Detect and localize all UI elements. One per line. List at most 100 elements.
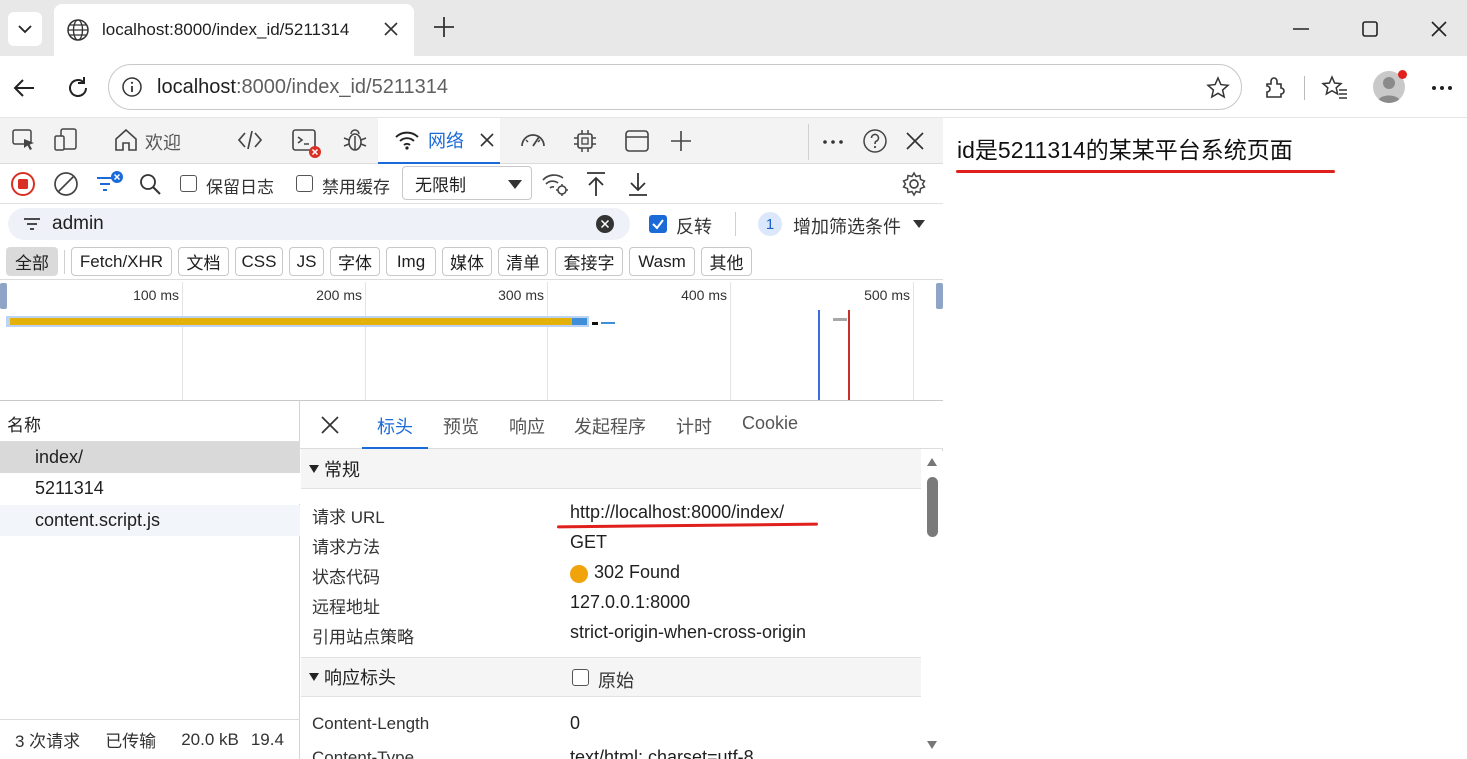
- more-menu-icon[interactable]: [1430, 76, 1454, 100]
- type-fetch-xhr[interactable]: Fetch/XHR: [71, 247, 172, 276]
- tab-title: localhost:8000/index_id/5211314: [102, 20, 350, 39]
- request-row[interactable]: index/: [0, 442, 300, 473]
- type-all[interactable]: 全部: [6, 247, 58, 276]
- bug-icon[interactable]: [341, 126, 369, 154]
- type-img[interactable]: Img: [386, 247, 436, 276]
- settings-gear-icon[interactable]: [901, 171, 927, 197]
- timeline-left-handle[interactable]: [0, 283, 7, 309]
- raw-checkbox[interactable]: [572, 669, 589, 686]
- add-filter-button[interactable]: 增加筛选条件: [793, 213, 901, 239]
- name-column-header[interactable]: 名称: [0, 401, 300, 442]
- type-css[interactable]: CSS: [235, 247, 283, 276]
- timeline-gridline: [730, 282, 731, 400]
- page-heading: id是5211314的某某平台系统页面: [957, 137, 1293, 163]
- request-row[interactable]: 5211314: [0, 473, 300, 504]
- close-tab-icon[interactable]: [380, 18, 402, 40]
- type-websocket[interactable]: 套接字: [555, 247, 623, 276]
- raw-label: 原始: [598, 671, 634, 691]
- performance-gauge-icon[interactable]: [519, 128, 547, 152]
- application-window-icon[interactable]: [624, 128, 650, 154]
- load-event-line: [848, 310, 850, 400]
- new-tab-icon[interactable]: [431, 14, 457, 40]
- timeline-gridline: [365, 282, 366, 400]
- timeline-tick: 400 ms: [681, 287, 727, 303]
- browser-tab[interactable]: localhost:8000/index_id/5211314: [54, 4, 414, 56]
- search-icon[interactable]: [138, 172, 162, 196]
- tab-cookie[interactable]: Cookie: [742, 413, 798, 434]
- tab-headers[interactable]: 标头: [362, 405, 428, 449]
- address-bar[interactable]: localhost:8000/index_id/5211314: [108, 64, 1242, 110]
- type-manifest[interactable]: 清单: [498, 247, 548, 276]
- triangle-down-icon: [309, 464, 319, 473]
- notification-dot: [1398, 70, 1407, 79]
- triangle-down-icon: [309, 673, 319, 681]
- filter-input[interactable]: admin: [8, 208, 630, 240]
- header-value: 0: [570, 713, 581, 733]
- scroll-down-icon[interactable]: [926, 740, 938, 750]
- tab-network[interactable]: 网络: [378, 118, 500, 164]
- tab-initiator[interactable]: 发起程序: [574, 413, 646, 439]
- import-har-icon[interactable]: [584, 170, 608, 198]
- request-row[interactable]: content.script.js: [0, 505, 300, 536]
- filter-funnel-icon: [24, 218, 40, 230]
- timeline-right-handle[interactable]: [936, 283, 943, 309]
- export-har-icon[interactable]: [626, 170, 650, 198]
- filter-divider: [735, 212, 736, 236]
- preserve-log-checkbox[interactable]: [180, 175, 197, 192]
- dom-content-loaded-line: [818, 310, 820, 400]
- invert-checkbox[interactable]: [649, 215, 667, 233]
- type-font[interactable]: 字体: [330, 247, 380, 276]
- home-icon[interactable]: [113, 127, 139, 153]
- clear-filter-icon[interactable]: [596, 215, 614, 233]
- elements-code-icon[interactable]: [236, 127, 264, 153]
- waterfall-bar-small: [592, 322, 598, 325]
- type-wasm[interactable]: Wasm: [629, 247, 695, 276]
- header-value: 127.0.0.1:8000: [570, 592, 691, 612]
- maximize-icon[interactable]: [1359, 18, 1381, 40]
- scrollbar-thumb[interactable]: [927, 477, 938, 537]
- close-detail-icon[interactable]: [319, 414, 341, 436]
- close-devtools-icon[interactable]: [904, 130, 926, 152]
- extensions-icon[interactable]: [1261, 74, 1289, 102]
- caret-down-icon[interactable]: [912, 219, 926, 229]
- general-section-header[interactable]: 常规: [301, 449, 921, 489]
- close-window-icon[interactable]: [1428, 18, 1450, 40]
- tab-preview[interactable]: 预览: [443, 413, 479, 439]
- device-emulation-icon[interactable]: [53, 127, 79, 153]
- address-url: localhost:8000/index_id/5211314: [157, 75, 448, 98]
- tab-actions-button[interactable]: [8, 12, 42, 46]
- favorites-icon[interactable]: [1320, 73, 1350, 103]
- back-arrow-icon[interactable]: [10, 74, 38, 102]
- help-icon[interactable]: [862, 128, 888, 154]
- header-key: 请求 URL: [312, 508, 385, 527]
- timeline-tick: 200 ms: [316, 287, 362, 303]
- more-tools-icon[interactable]: [821, 130, 845, 154]
- timeline-gridline: [182, 282, 183, 400]
- waterfall-bar-small: [833, 318, 847, 321]
- tab-welcome[interactable]: 欢迎: [145, 129, 181, 155]
- console-icon[interactable]: [291, 127, 321, 159]
- scroll-up-icon[interactable]: [926, 457, 938, 467]
- timeline-tick: 500 ms: [864, 287, 910, 303]
- tab-response[interactable]: 响应: [509, 413, 545, 439]
- type-other[interactable]: 其他: [701, 247, 752, 276]
- type-document[interactable]: 文档: [178, 247, 229, 276]
- inspect-element-icon[interactable]: [11, 127, 37, 153]
- throttle-select[interactable]: 无限制: [402, 166, 532, 200]
- filter-settings-icon[interactable]: [95, 169, 125, 197]
- record-stop-icon[interactable]: [10, 171, 36, 197]
- network-conditions-icon[interactable]: [541, 171, 569, 197]
- minimize-icon[interactable]: [1290, 18, 1312, 40]
- tab-timing[interactable]: 计时: [676, 413, 712, 439]
- clear-icon[interactable]: [53, 171, 79, 197]
- reload-icon[interactable]: [64, 74, 92, 102]
- memory-chip-icon[interactable]: [571, 127, 599, 155]
- favorite-star-icon[interactable]: [1205, 75, 1231, 101]
- close-tab-icon[interactable]: [478, 131, 496, 149]
- type-media[interactable]: 媒体: [442, 247, 492, 276]
- add-tool-icon[interactable]: [669, 129, 693, 153]
- type-js[interactable]: JS: [289, 247, 324, 276]
- disable-cache-checkbox[interactable]: [296, 175, 313, 192]
- timeline-gridline: [913, 282, 914, 400]
- info-icon[interactable]: [121, 76, 143, 98]
